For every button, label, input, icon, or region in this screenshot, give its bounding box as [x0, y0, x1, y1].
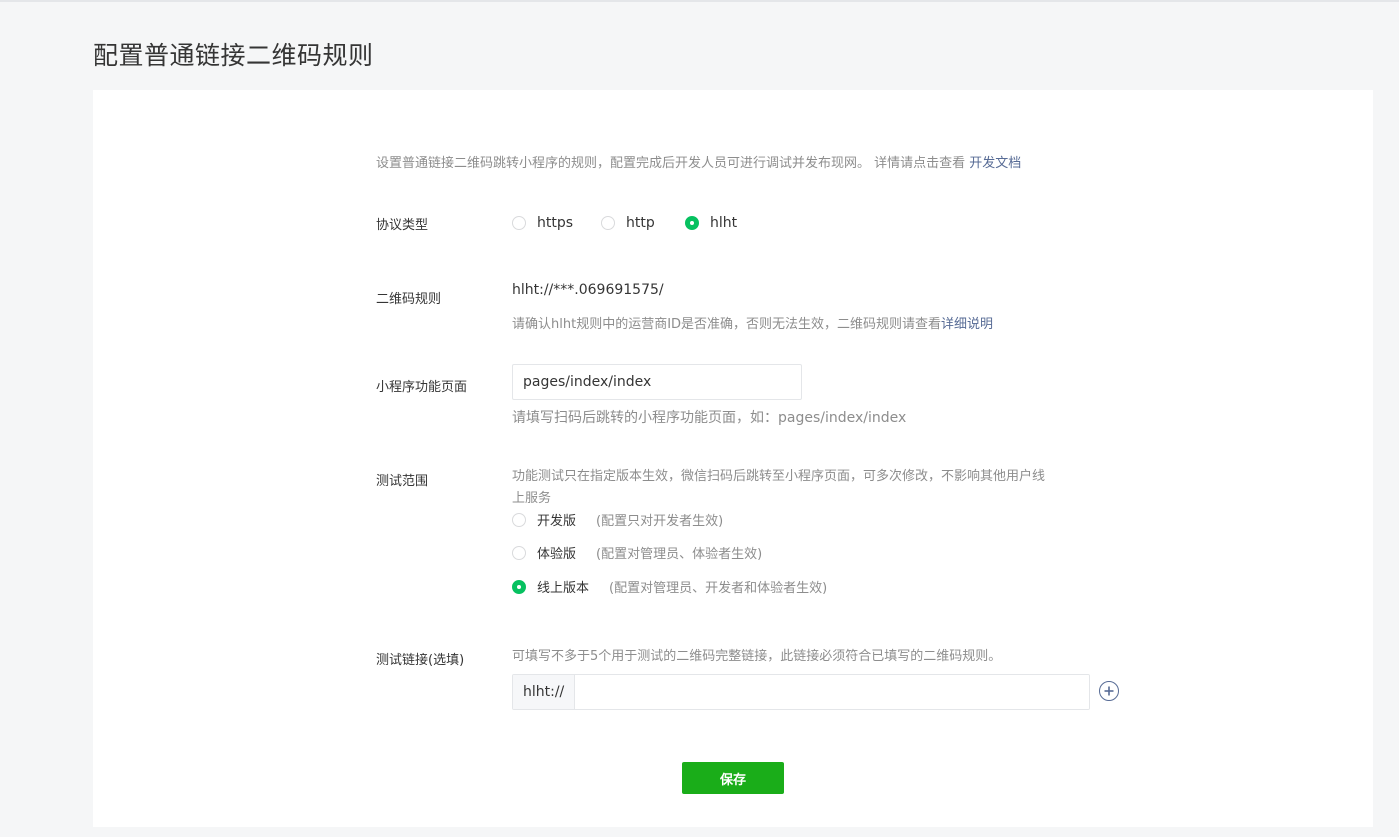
- radio-hlht-label: hlht: [710, 215, 738, 231]
- test-scope-desc-line1: 功能测试只在指定版本生效，微信扫码后跳转至小程序页面，可多次修改，不影响其他用户…: [512, 469, 1046, 484]
- dev-docs-link[interactable]: 开发文档: [969, 156, 1021, 171]
- form-card: 设置普通链接二维码跳转小程序的规则，配置完成后开发人员可进行调试并发布现网。 详…: [93, 90, 1373, 827]
- test-scope-desc-line2: 上服务: [512, 491, 552, 506]
- radio-dev-note: (配置只对开发者生效): [596, 514, 724, 529]
- scope-option-online[interactable]: 线上版本 (配置对管理员、开发者和体验者生效): [512, 577, 827, 596]
- qr-rule-note-text: 请确认hlht规则中的运营商ID是否准确，否则无法生效，二维码规则请查看: [512, 317, 942, 332]
- radio-https[interactable]: [512, 216, 526, 230]
- radio-dev[interactable]: [512, 512, 526, 527]
- protocol-option-http[interactable]: http: [601, 215, 655, 231]
- test-link-desc: 可填写不多于5个用于测试的二维码完整链接，此链接必须符合已填写的二维码规则。: [512, 649, 1002, 664]
- plus-circle-icon[interactable]: [1099, 681, 1119, 701]
- radio-hlht[interactable]: [685, 216, 699, 230]
- radio-https-label: https: [537, 215, 574, 231]
- radio-trial-label: 体验版: [537, 547, 577, 562]
- page-path-label: 小程序功能页面: [376, 380, 468, 395]
- radio-trial-note: (配置对管理员、体验者生效): [596, 547, 763, 562]
- protocol-option-https[interactable]: https: [512, 215, 573, 231]
- test-link-prefix: hlht://: [513, 675, 576, 709]
- page-title: 配置普通链接二维码规则: [93, 41, 374, 70]
- qr-rule-label: 二维码规则: [376, 292, 442, 307]
- intro-text: 设置普通链接二维码跳转小程序的规则，配置完成后开发人员可进行调试并发布现网。 详…: [376, 152, 1021, 171]
- protocol-option-hlht[interactable]: hlht: [685, 215, 737, 231]
- scope-option-dev[interactable]: 开发版 (配置只对开发者生效): [512, 510, 723, 529]
- details-link[interactable]: 详细说明: [941, 317, 993, 332]
- radio-online-label: 线上版本: [537, 581, 590, 596]
- protocol-label: 协议类型: [376, 218, 429, 233]
- top-divider: [0, 0, 1399, 2]
- test-link-field: hlht://: [512, 674, 1090, 710]
- radio-http[interactable]: [601, 216, 615, 230]
- radio-http-label: http: [626, 215, 655, 231]
- test-link-input[interactable]: [575, 675, 1089, 709]
- radio-online-note: (配置对管理员、开发者和体验者生效): [609, 581, 828, 596]
- radio-online[interactable]: [512, 579, 526, 594]
- radio-dev-label: 开发版: [537, 514, 577, 529]
- page-path-input[interactable]: [512, 364, 802, 400]
- intro-description: 设置普通链接二维码跳转小程序的规则，配置完成后开发人员可进行调试并发布现网。 详…: [376, 156, 970, 171]
- qr-rule-note: 请确认hlht规则中的运营商ID是否准确，否则无法生效，二维码规则请查看详细说明: [512, 313, 993, 332]
- page-path-note: 请填写扫码后跳转的小程序功能页面，如：pages/index/index: [512, 410, 907, 426]
- test-link-label: 测试链接(选填): [376, 653, 465, 668]
- save-button[interactable]: 保存: [682, 762, 784, 794]
- qr-rule-value: hlht://***.069691575/: [512, 282, 664, 298]
- radio-trial[interactable]: [512, 545, 526, 560]
- test-scope-label: 测试范围: [376, 474, 429, 489]
- scope-option-trial[interactable]: 体验版 (配置对管理员、体验者生效): [512, 543, 762, 562]
